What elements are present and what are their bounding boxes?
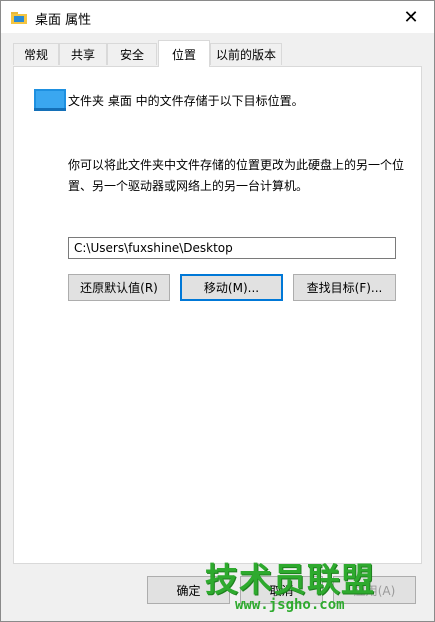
find-target-button[interactable]: 查找目标(F)... xyxy=(293,274,396,301)
path-field[interactable] xyxy=(68,237,396,259)
desktop-folder-icon xyxy=(34,89,66,111)
tab-strip: 常规 共享 安全 位置 以前的版本 xyxy=(13,40,423,67)
title-bar: 桌面 属性 ✕ xyxy=(1,1,434,33)
tab-sharing[interactable]: 共享 xyxy=(59,43,107,65)
properties-dialog: 桌面 属性 ✕ 常规 共享 安全 位置 以前的版本 文件夹 桌面 中的文件存储于… xyxy=(0,0,435,622)
window-title: 桌面 属性 xyxy=(35,13,92,28)
folder-icon xyxy=(11,12,27,24)
tab-general[interactable]: 常规 xyxy=(13,43,59,65)
restore-default-button[interactable]: 还原默认值(R) xyxy=(68,274,170,301)
close-button[interactable]: ✕ xyxy=(388,1,434,33)
tab-previous-versions[interactable]: 以前的版本 xyxy=(210,43,282,65)
location-panel: 文件夹 桌面 中的文件存储于以下目标位置。 你可以将此文件夹中文件存储的位置更改… xyxy=(13,66,422,564)
apply-button[interactable]: 应用(A) xyxy=(333,576,416,604)
location-info: 你可以将此文件夹中文件存储的位置更改为此硬盘上的另一个位置、另一个驱动器或网络上… xyxy=(68,158,405,193)
close-icon: ✕ xyxy=(403,6,419,28)
cancel-button[interactable]: 取消 xyxy=(240,576,323,604)
tab-location[interactable]: 位置 xyxy=(158,40,210,67)
tab-security[interactable]: 安全 xyxy=(107,43,157,65)
ok-button[interactable]: 确定 xyxy=(147,576,230,604)
move-button[interactable]: 移动(M)... xyxy=(180,274,283,301)
location-description: 文件夹 桌面 中的文件存储于以下目标位置。 xyxy=(68,94,304,108)
